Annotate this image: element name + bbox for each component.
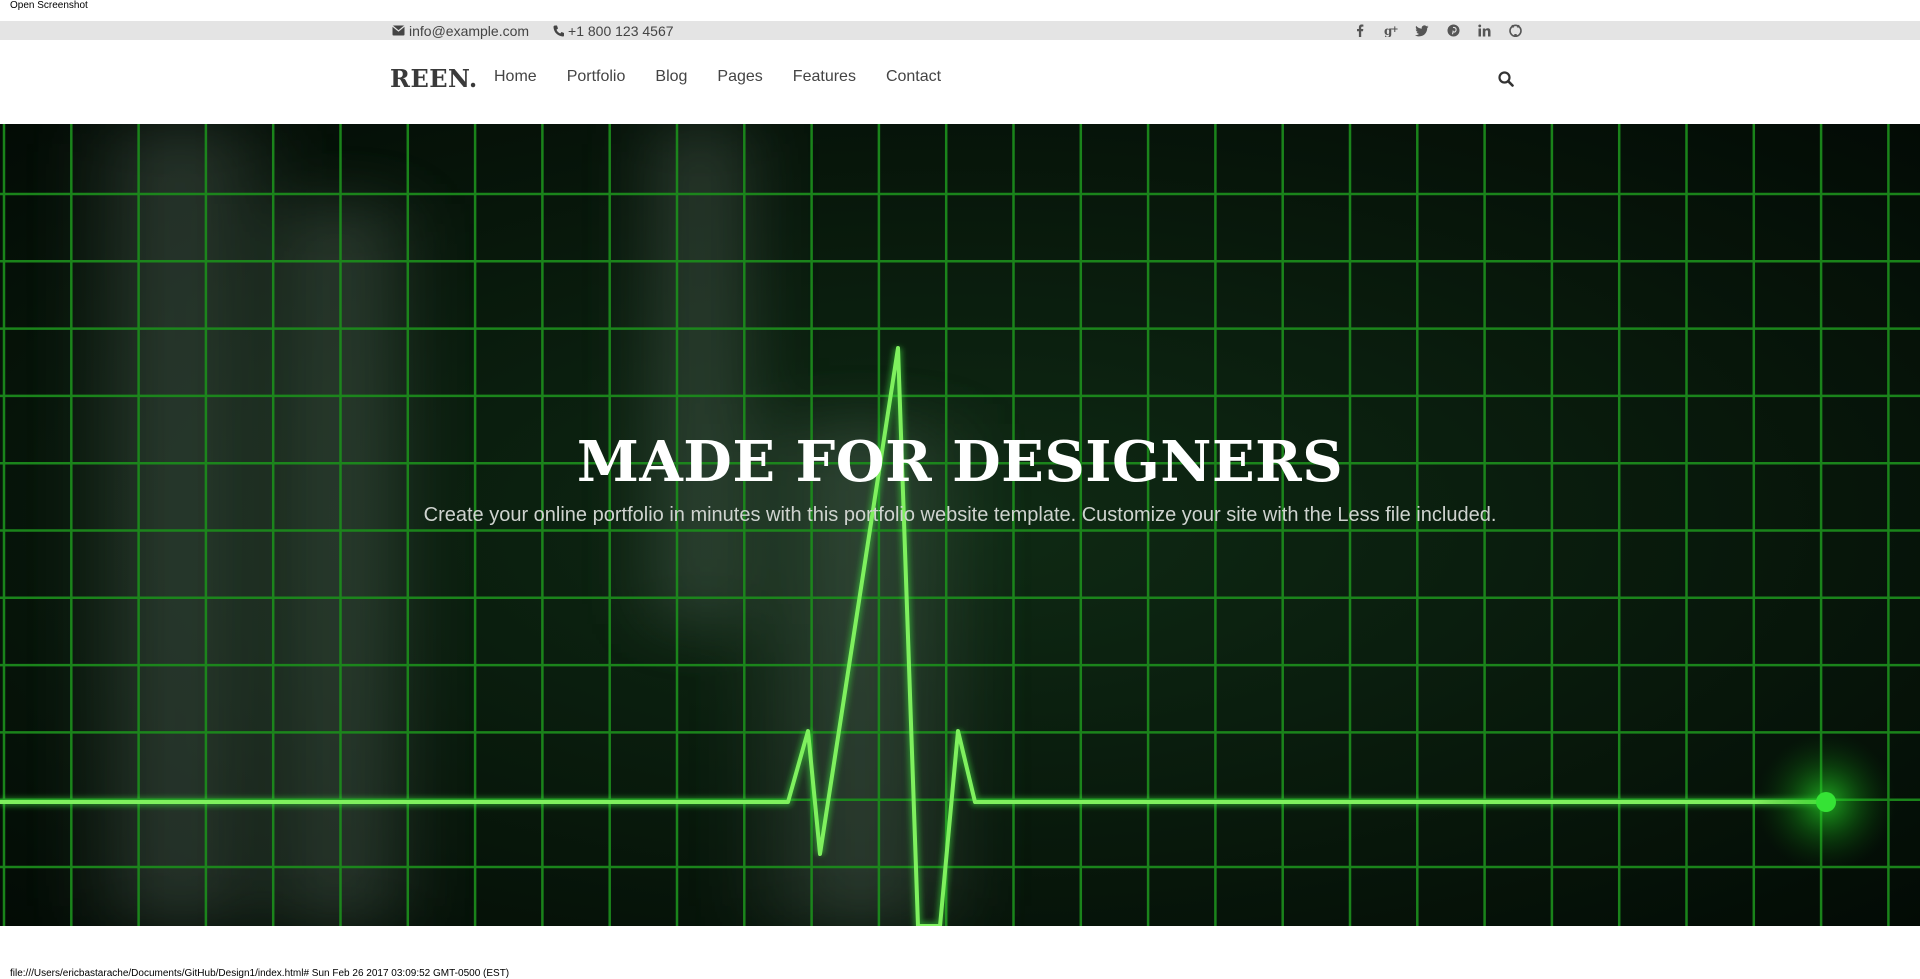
svg-text:+: + — [1391, 25, 1399, 35]
search-icon — [1498, 71, 1514, 87]
main-navbar: REEN. Home Portfolio Blog Pages Features… — [0, 40, 1920, 124]
print-footer: file:///Users/ericbastarache/Documents/G… — [10, 968, 510, 979]
twitter-icon[interactable] — [1414, 23, 1430, 39]
hero-banner: MADE FOR DESIGNERS Create your online po… — [0, 124, 1920, 926]
nav-item-features[interactable]: Features — [793, 68, 856, 86]
main-menu: Home Portfolio Blog Pages Features Conta… — [494, 68, 971, 86]
top-bar: info@example.com +1 800 123 4567 g + — [0, 21, 1920, 40]
email-link[interactable]: info@example.com — [392, 23, 529, 39]
nav-item-pages[interactable]: Pages — [717, 68, 762, 86]
hero-subtitle: Create your online portfolio in minutes … — [423, 504, 1497, 526]
phone-link[interactable]: +1 800 123 4567 — [553, 23, 674, 39]
envelope-icon — [392, 25, 405, 36]
hero-title: MADE FOR DESIGNERS — [576, 429, 1344, 495]
nav-item-contact[interactable]: Contact — [886, 68, 941, 86]
facebook-icon[interactable] — [1352, 23, 1368, 39]
social-links: g + — [1352, 21, 1523, 40]
monitor-dot — [1816, 792, 1836, 812]
github-icon[interactable] — [1507, 23, 1523, 39]
site-logo[interactable]: REEN. — [390, 64, 478, 93]
email-text: info@example.com — [409, 22, 530, 39]
linkedin-icon[interactable] — [1476, 23, 1492, 39]
phone-icon — [553, 25, 565, 36]
print-header: Open Screenshot — [10, 0, 88, 11]
nav-item-blog[interactable]: Blog — [655, 68, 687, 86]
phone-text: +1 800 123 4567 — [568, 22, 674, 39]
contact-info: info@example.com +1 800 123 4567 — [392, 21, 674, 40]
nav-item-home[interactable]: Home — [494, 68, 537, 86]
nav-item-portfolio[interactable]: Portfolio — [567, 68, 626, 86]
google-plus-icon[interactable]: g + — [1383, 23, 1399, 39]
search-button[interactable] — [1498, 71, 1516, 89]
pinterest-icon[interactable] — [1445, 23, 1461, 39]
